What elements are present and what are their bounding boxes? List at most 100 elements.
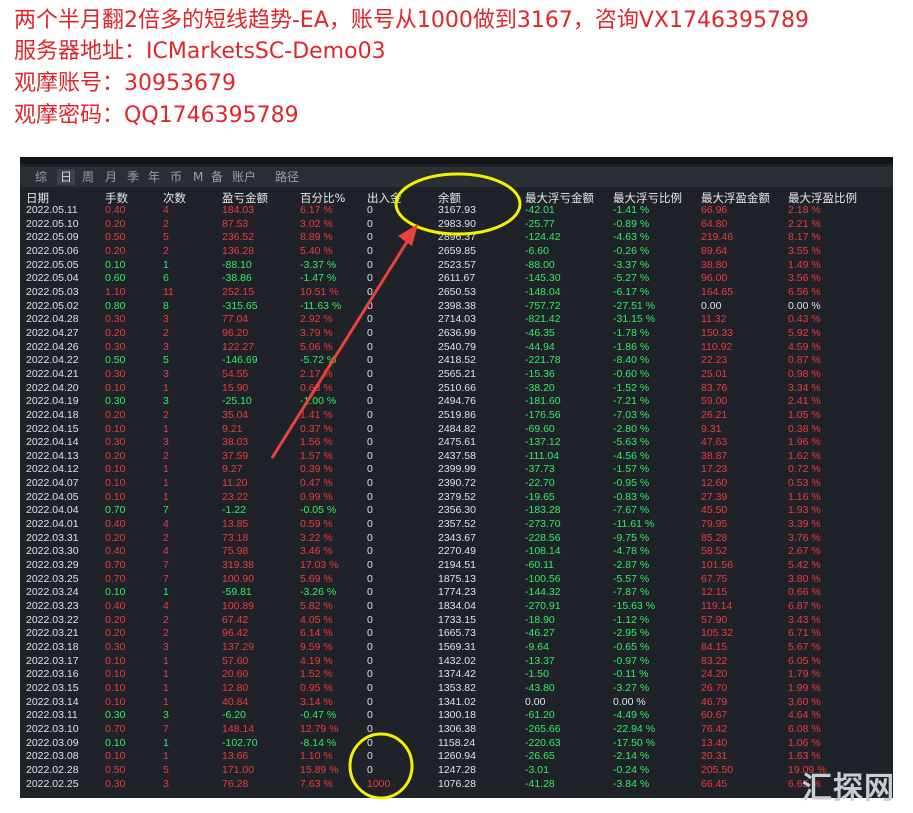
table-cell: 15.89 % <box>300 763 339 776</box>
tab-3[interactable]: 月 <box>102 169 120 185</box>
table-cell: -17.50 % <box>613 736 656 749</box>
table-cell: 1.99 % <box>788 681 821 694</box>
tab-2[interactable]: 周 <box>79 169 97 185</box>
table-row[interactable]: 2022.04.19 0.30 3 -25.10 -1.00 % 0 2494.76 -181… <box>20 395 893 409</box>
table-row[interactable]: 2022.04.20 0.10 1 15.90 0.63 % 0 2510.66 -38.20… <box>20 382 893 396</box>
table-cell: -183.28 <box>525 504 561 517</box>
table-row[interactable]: 2022.03.24 0.10 1 -59.81 -3.26 % 0 1774.23 -144… <box>20 586 893 600</box>
table-row[interactable]: 2022.02.25 0.30 3 76.28 7.63 % 1000 1076.28 -41… <box>20 778 893 792</box>
table-cell: -4.78 % <box>613 545 650 558</box>
table-row[interactable]: 2022.04.07 0.10 1 11.20 0.47 % 0 2390.72 -22.70… <box>20 477 893 491</box>
table-cell: -0.95 % <box>613 477 650 490</box>
table-cell: 0 <box>367 285 373 298</box>
table-row[interactable]: 2022.05.11 0.40 4 184.03 6.17 % 0 3167.93 -42.0… <box>20 204 893 218</box>
table-cell: 0 <box>367 354 373 367</box>
table-row[interactable]: 2022.04.15 0.10 1 9.21 0.37 % 0 2484.82 -69.60 -… <box>20 423 893 437</box>
table-row[interactable]: 2022.03.21 0.20 2 96.42 6.14 % 0 1665.73 -46.27… <box>20 627 893 641</box>
table-cell: 2022.03.29 <box>26 559 79 572</box>
table-cell: -7.87 % <box>613 586 650 599</box>
table-row[interactable]: 2022.03.18 0.30 3 137.29 9.59 % 0 1569.31 -9.64… <box>20 641 893 655</box>
table-cell: 0.37 % <box>300 422 333 435</box>
table-row[interactable]: 2022.05.09 0.50 5 236.52 8.89 % 0 2896.37 -124.… <box>20 231 893 245</box>
table-cell: -108.14 <box>525 545 561 558</box>
table-cell: 1 <box>163 490 169 503</box>
table-cell: 2022.03.31 <box>26 531 79 544</box>
headline-title: 两个半月翻2倍多的短线趋势-EA，账号从1000做到3167，咨询VX17463… <box>14 8 809 33</box>
table-cell: 67.42 <box>222 613 249 626</box>
table-row[interactable]: 2022.05.02 0.80 8 -315.65 -11.63 % 0 2398.38 -7… <box>20 300 893 314</box>
table-row[interactable]: 2022.03.10 0.70 7 148.14 12.79 % 0 1306.38 -265… <box>20 723 893 737</box>
tab-5[interactable]: 年 <box>145 169 163 185</box>
table-row[interactable]: 2022.03.16 0.10 1 20.60 1.52 % 0 1374.42 -1.50 -… <box>20 668 893 682</box>
tab-8[interactable]: 备 <box>208 169 226 185</box>
table-row[interactable]: 2022.03.23 0.40 4 100.89 5.82 % 0 1834.04 -270.… <box>20 600 893 614</box>
tab-10[interactable]: 路径 <box>272 169 302 185</box>
table-cell: 319.38 <box>222 559 255 572</box>
table-row[interactable]: 2022.05.06 0.20 2 136.28 5.40 % 0 2659.85 -6.60… <box>20 245 893 259</box>
table-cell: 9.59 % <box>300 641 333 653</box>
table-cell: 1733.15 <box>438 613 476 626</box>
tab-0[interactable]: 综 <box>32 169 50 185</box>
table-cell: -265.66 <box>525 722 561 735</box>
table-cell: 38.80 <box>701 258 728 271</box>
table-cell: 1.93 % <box>788 504 821 517</box>
table-row[interactable]: 2022.03.22 0.20 2 67.42 4.05 % 0 1733.15 -18.90… <box>20 614 893 628</box>
table-cell: 3.60 % <box>788 695 821 708</box>
table-row[interactable]: 2022.04.27 0.20 2 96.20 3.79 % 0 2636.99 -46.35… <box>20 327 893 341</box>
table-cell: 59.00 <box>701 395 728 408</box>
table-row[interactable]: 2022.02.28 0.50 5 171.00 15.89 % 0 1247.28 -3.0… <box>20 764 893 778</box>
table-row[interactable]: 2022.03.08 0.10 1 13.66 1.10 % 0 1260.94 -26.65… <box>20 750 893 764</box>
table-cell: 3 <box>163 395 169 408</box>
table-cell: -1.50 <box>525 668 549 681</box>
tab-1[interactable]: 日 <box>57 169 76 185</box>
table-row[interactable]: 2022.05.05 0.10 1 -88.10 -3.37 % 0 2523.57 -88.… <box>20 259 893 273</box>
table-cell: -228.56 <box>525 531 561 544</box>
table-row[interactable]: 2022.03.29 0.70 7 319.38 17.03 % 0 2194.51 -60.… <box>20 559 893 573</box>
table-cell: 4 <box>163 600 169 613</box>
table-row[interactable]: 2022.04.14 0.30 3 38.03 1.56 % 0 2475.61 -137.1… <box>20 436 893 450</box>
table-cell: 7 <box>163 722 169 735</box>
table-cell: 100.89 <box>222 600 255 613</box>
tab-6[interactable]: 币 <box>167 169 185 185</box>
table-row[interactable]: 2022.04.26 0.30 3 122.27 5.06 % 0 2540.79 -44.9… <box>20 341 893 355</box>
table-cell: 0.30 <box>105 777 126 790</box>
table-cell: -2.87 % <box>613 559 650 572</box>
table-row[interactable]: 2022.03.30 0.40 4 75.98 3.46 % 0 2270.49 -108.1… <box>20 545 893 559</box>
table-row[interactable]: 2022.03.14 0.10 1 40.84 3.14 % 0 1341.02 0.00 0.… <box>20 696 893 710</box>
table-row[interactable]: 2022.03.15 0.10 1 12.80 0.95 % 0 1353.82 -43.80… <box>20 682 893 696</box>
table-row[interactable]: 2022.04.04 0.70 7 -1.22 -0.05 % 0 2356.30 -183.… <box>20 504 893 518</box>
tab-9[interactable]: 账户 <box>229 169 259 185</box>
table-row[interactable]: 2022.05.04 0.60 6 -38.86 -1.47 % 0 2611.67 -145… <box>20 272 893 286</box>
table-row[interactable]: 2022.04.28 0.30 3 77.04 2.92 % 0 2714.03 -821.4… <box>20 313 893 327</box>
table-row[interactable]: 2022.03.11 0.30 3 -6.20 -0.47 % 0 1300.18 -61.2… <box>20 709 893 723</box>
table-cell: 4 <box>163 545 169 558</box>
table-cell: -1.78 % <box>613 326 650 339</box>
table-row[interactable]: 2022.03.17 0.10 1 57.60 4.19 % 0 1432.02 -13.37… <box>20 655 893 669</box>
table-cell: 2022.04.05 <box>26 490 79 503</box>
table-row[interactable]: 2022.05.03 1.10 11 252.15 10.51 % 0 2650.53 -14… <box>20 286 893 300</box>
table-row[interactable]: 2022.03.31 0.20 2 73.18 3.22 % 0 2343.67 -228.5… <box>20 532 893 546</box>
table-row[interactable]: 2022.04.05 0.10 1 23.22 0.99 % 0 2379.52 -19.65… <box>20 491 893 505</box>
tab-7[interactable]: M <box>190 169 206 185</box>
table-cell: 2022.04.13 <box>26 449 79 462</box>
table-row[interactable]: 2022.04.22 0.50 5 -146.69 -5.72 % 0 2418.52 -22… <box>20 354 893 368</box>
table-cell: -0.89 % <box>613 217 650 230</box>
table-cell: 1.96 % <box>788 436 821 449</box>
table-row[interactable]: 2022.04.18 0.20 2 35.04 1.41 % 0 2519.86 -176.5… <box>20 409 893 423</box>
table-cell: 12.79 % <box>300 722 339 735</box>
table-row[interactable]: 2022.03.25 0.70 7 100.90 5.69 % 0 1875.13 -100.… <box>20 573 893 587</box>
tab-4[interactable]: 季 <box>124 169 142 185</box>
table-row[interactable]: 2022.04.01 0.40 4 13.85 0.59 % 0 2357.52 -273.7… <box>20 518 893 532</box>
table-cell: 2022.05.02 <box>26 299 79 312</box>
table-row[interactable]: 2022.03.09 0.10 1 -102.70 -8.14 % 0 1158.24 -22… <box>20 737 893 751</box>
table-cell: 7 <box>163 572 169 585</box>
table-cell: -1.86 % <box>613 340 650 353</box>
table-row[interactable]: 2022.04.21 0.30 3 54.55 2.17 % 0 2565.21 -15.36… <box>20 368 893 382</box>
table-row[interactable]: 2022.04.12 0.10 1 9.27 0.39 % 0 2399.99 -37.73 -… <box>20 463 893 477</box>
table-cell: 25.01 <box>701 367 728 380</box>
table-cell: 2022.04.27 <box>26 326 79 339</box>
table-cell: 122.27 <box>222 340 255 353</box>
table-row[interactable]: 2022.04.13 0.20 2 37.59 1.57 % 0 2437.58 -111.0… <box>20 450 893 464</box>
table-cell: -44.94 <box>525 340 555 353</box>
table-row[interactable]: 2022.05.10 0.20 2 87.53 3.02 % 0 2983.90 -25.77… <box>20 218 893 232</box>
